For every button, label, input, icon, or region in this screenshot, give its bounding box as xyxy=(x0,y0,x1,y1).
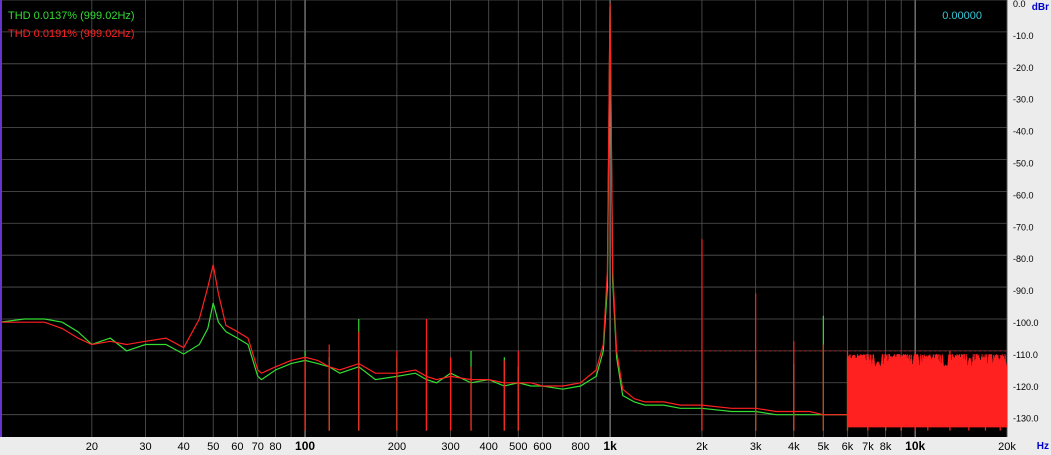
x-tick-label: 2k xyxy=(696,441,708,453)
y-tick-label: 0.0 xyxy=(1013,0,1026,9)
y-tick-label: -110.0 xyxy=(1013,350,1038,360)
y-tick-label: -40.0 xyxy=(1013,127,1034,137)
x-tick-label: 70 xyxy=(252,441,264,453)
y-tick-label: -100.0 xyxy=(1013,318,1039,328)
spectrum-analyzer-window: 20 30 40 50 60 70 80 100 200 300 400 500 600 800 1k 2k 3… xyxy=(0,0,1051,455)
x-tick-label: 60 xyxy=(231,441,243,453)
x-tick-label: 10k xyxy=(905,439,925,453)
y-tick-label: -20.0 xyxy=(1013,63,1034,73)
y-tick-label: -50.0 xyxy=(1013,158,1034,168)
x-axis-unit: Hz xyxy=(1037,441,1049,452)
series-2-harmonic-band xyxy=(847,354,1007,428)
x-tick-label: 20k xyxy=(998,441,1016,453)
x-tick-label: 6k xyxy=(842,441,854,453)
x-tick-label: 600 xyxy=(533,441,551,453)
x-tick-label: 50 xyxy=(207,441,219,453)
x-tick-label: 30 xyxy=(139,441,151,453)
x-tick-label: 500 xyxy=(509,441,527,453)
x-tick-label: 40 xyxy=(178,441,190,453)
x-tick-label: 7k xyxy=(862,441,874,453)
y-tick-label: -60.0 xyxy=(1013,190,1034,200)
y-tick-label: -80.0 xyxy=(1013,254,1034,264)
y-axis-unit: dBr xyxy=(1032,2,1049,13)
y-tick-label: -120.0 xyxy=(1013,382,1039,392)
x-tick-label: 800 xyxy=(571,441,589,453)
y-tick-label: -70.0 xyxy=(1013,222,1034,232)
y-tick-label: -10.0 xyxy=(1013,31,1034,41)
y-tick-label: -130.0 xyxy=(1013,414,1039,424)
y-tick-label: -30.0 xyxy=(1013,95,1034,105)
x-tick-label: 4k xyxy=(788,441,800,453)
x-tick-label: 200 xyxy=(388,441,406,453)
left-edge-marker xyxy=(0,0,2,437)
x-tick-label: 400 xyxy=(480,441,498,453)
x-tick-label: 80 xyxy=(269,441,281,453)
spectrum-chart: 20 30 40 50 60 70 80 100 200 300 400 500 600 800 1k 2k 3… xyxy=(0,0,1049,453)
x-tick-label: 8k xyxy=(880,441,892,453)
x-tick-label: 100 xyxy=(295,439,315,453)
x-tick-label: 5k xyxy=(818,441,830,453)
legend-entry-2: THD 0.0191% (999.02Hz) xyxy=(8,28,135,40)
cursor-readout: 0.00000 xyxy=(942,10,982,22)
x-tick-label: 1k xyxy=(603,439,617,453)
x-tick-label: 3k xyxy=(750,441,762,453)
y-tick-label: -90.0 xyxy=(1013,286,1034,296)
x-tick-label: 20 xyxy=(86,441,98,453)
legend-entry-1: THD 0.0137% (999.02Hz) xyxy=(8,10,135,22)
x-tick-label: 300 xyxy=(441,441,459,453)
